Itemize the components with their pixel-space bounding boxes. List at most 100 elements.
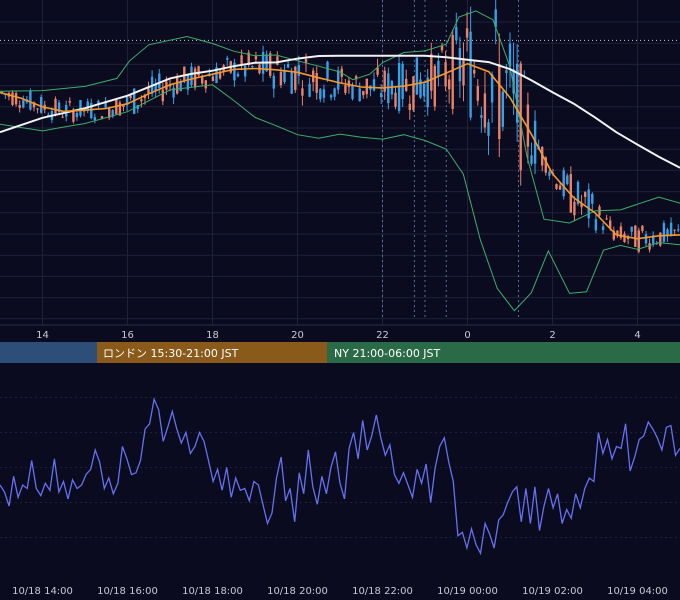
candle-body: [29, 90, 32, 110]
candle-body: [605, 218, 608, 220]
candle-body: [326, 61, 329, 79]
candle-body: [501, 91, 504, 127]
candle-body: [201, 77, 204, 84]
candle-body: [662, 223, 666, 242]
top-axis-tick-label: 14: [36, 330, 49, 341]
bottom-axis-tick-label: 10/19 00:00: [437, 586, 498, 597]
top-axis-tick-label: 22: [376, 330, 389, 341]
candle-body: [18, 105, 21, 108]
candle-body: [251, 66, 254, 68]
candle-body: [333, 88, 336, 97]
candle-body: [315, 73, 318, 93]
candle-body: [301, 88, 304, 96]
candle-body: [594, 219, 598, 231]
candle-body: [68, 101, 71, 103]
candle-body: [176, 78, 179, 94]
candle-body: [351, 85, 354, 99]
candle-body: [40, 97, 43, 113]
candle-body: [480, 115, 483, 118]
candle-body: [548, 171, 551, 176]
candle-body: [244, 66, 247, 77]
candle-body: [401, 63, 404, 100]
candle-body: [272, 75, 275, 89]
candle-body: [659, 232, 662, 246]
candle-body: [573, 201, 576, 216]
bottom-axis-tick-label: 10/18 22:00: [352, 586, 413, 597]
candle-body: [644, 234, 648, 244]
candle-body: [276, 56, 279, 65]
candle-body: [591, 193, 594, 204]
candle-body: [648, 243, 651, 250]
candle-body: [211, 76, 215, 82]
top-axis-tick-label: 18: [206, 330, 219, 341]
candle-body: [269, 53, 272, 76]
candle-body: [376, 67, 379, 75]
candle-body: [337, 70, 340, 90]
candle-body: [641, 225, 644, 231]
candle-body: [433, 65, 436, 107]
candle-body: [36, 108, 39, 110]
session-london-label: ロンドン 15:30-21:00 JST: [103, 347, 239, 360]
candle-body: [254, 56, 258, 60]
candle-body: [415, 57, 419, 95]
candle-body: [161, 89, 164, 102]
candle-body: [630, 226, 633, 232]
candle-body: [14, 93, 18, 105]
session-ny-label: NY 21:00-06:00 JST: [334, 347, 441, 360]
candle-body: [61, 116, 64, 118]
candle-body: [448, 79, 451, 90]
candle-body: [294, 66, 297, 90]
candle-body: [226, 58, 229, 60]
bottom-axis-tick-label: 10/18 18:00: [182, 586, 243, 597]
candle-body: [437, 60, 440, 77]
bottom-axis-tick-label: 10/19 04:00: [607, 586, 668, 597]
candle-body: [483, 93, 487, 128]
top-axis-tick-label: 4: [634, 330, 640, 341]
candle-body: [440, 45, 444, 51]
candle-body: [473, 70, 476, 74]
candle-body: [290, 72, 293, 94]
candle-body: [286, 64, 290, 68]
candle-body: [190, 66, 193, 85]
candle-body: [408, 103, 411, 110]
candle-body: [236, 73, 240, 77]
chart-canvas: 14 16 18 20 22 0 2 4 ロンドン 15:30-21:00 JST NY 21…: [0, 0, 680, 600]
candle-body: [22, 100, 25, 108]
candle-body: [555, 184, 558, 189]
bottom-axis-tick-label: 10/18 20:00: [267, 586, 328, 597]
candle-body: [297, 65, 300, 76]
candle-body: [75, 113, 79, 118]
candle-body: [93, 117, 96, 120]
candle-body: [677, 229, 680, 231]
candle-body: [558, 185, 562, 190]
candle-body: [584, 192, 587, 197]
candle-body: [183, 66, 186, 81]
top-axis-tick-label: 16: [121, 330, 134, 341]
candle-body: [669, 222, 673, 236]
candle-body: [530, 155, 533, 164]
top-axis-tick-label: 0: [464, 330, 470, 341]
bottom-axis-tick-label: 10/19 02:00: [522, 586, 583, 597]
candle-body: [469, 31, 472, 118]
candle-body: [455, 27, 458, 41]
candle-body: [673, 229, 676, 231]
candle-body: [279, 71, 283, 86]
candle-body: [422, 83, 426, 96]
candle-body: [616, 230, 619, 235]
candle-body: [54, 98, 57, 114]
candle-body: [458, 48, 462, 82]
candle-body: [362, 90, 365, 96]
top-axis-tick-label: 2: [549, 330, 555, 341]
candle-body: [430, 53, 433, 91]
background: [0, 0, 680, 600]
candle-body: [308, 83, 311, 97]
candle-body: [487, 122, 490, 136]
candle-body: [129, 95, 132, 98]
candle-body: [329, 95, 333, 98]
candle-body: [380, 93, 383, 97]
candle-body: [319, 89, 322, 100]
candle-body: [197, 66, 200, 76]
candle-body: [140, 99, 143, 102]
bottom-axis-tick-label: 10/18 16:00: [97, 586, 158, 597]
candle-body: [498, 64, 501, 139]
